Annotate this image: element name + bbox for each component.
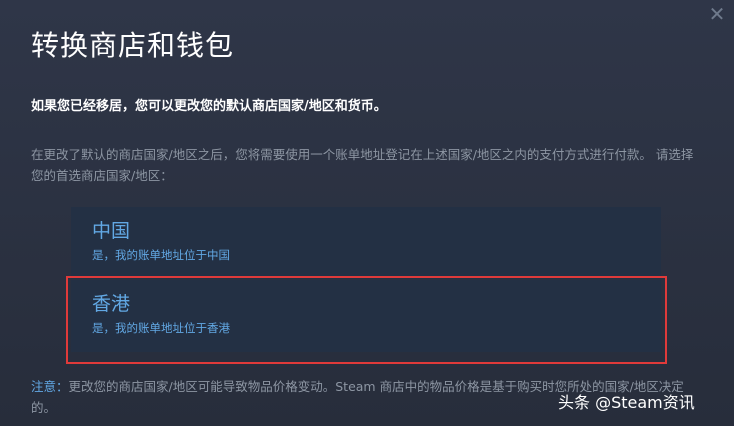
dialog-title: 转换商店和钱包 (31, 29, 235, 62)
notice-label: 注意： (31, 379, 69, 394)
red-highlight-box (66, 276, 667, 364)
change-store-dialog: ✕ 转换商店和钱包 如果您已经移居，您可以更改您的默认商店国家/地区和货币。 在… (0, 0, 734, 426)
country-option-china[interactable]: 中国 是，我的账单地址位于中国 (71, 207, 661, 279)
close-icon[interactable]: ✕ (706, 3, 728, 25)
option-subtitle: 是，我的账单地址位于中国 (92, 248, 230, 262)
description-text: 在更改了默认的商店国家/地区之后，您将需要使用一个账单地址登记在上述国家/地区之… (31, 147, 694, 183)
watermark: 头条 @Steam资讯 (558, 393, 695, 412)
option-name: 中国 (92, 220, 131, 242)
intro-text: 如果您已经移居，您可以更改您的默认商店国家/地区和货币。 (31, 99, 387, 114)
